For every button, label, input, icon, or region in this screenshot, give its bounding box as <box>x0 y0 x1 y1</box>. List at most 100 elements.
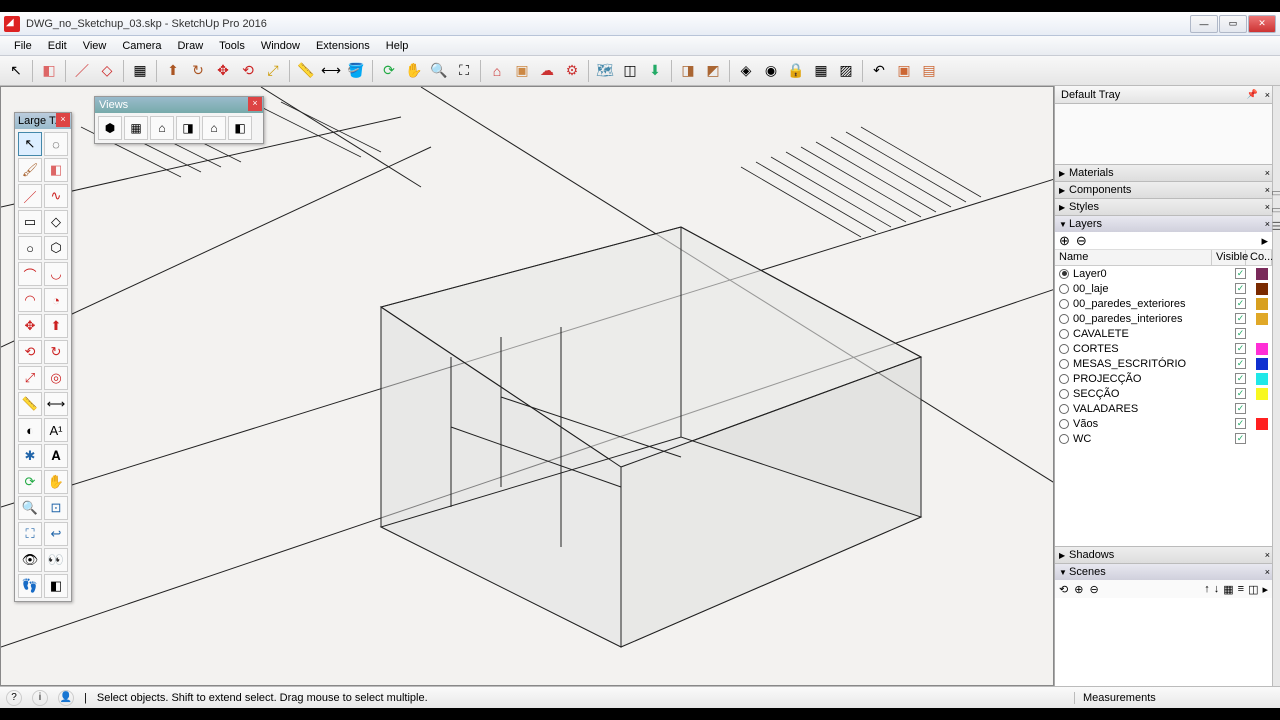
followme-icon[interactable]: ↻ <box>44 340 68 364</box>
menu-help[interactable]: Help <box>378 40 417 52</box>
layer-row[interactable]: CAVALETE✓ <box>1055 326 1272 341</box>
shape-tool-icon[interactable]: ◇ <box>95 59 119 83</box>
layer-color-swatch[interactable] <box>1256 328 1268 340</box>
warehouse-icon[interactable]: ⌂ <box>485 59 509 83</box>
pushpull-icon[interactable]: ⬆ <box>44 314 68 338</box>
close-icon[interactable]: × <box>1265 219 1270 229</box>
layer-visible-checkbox[interactable]: ✓ <box>1235 403 1246 414</box>
box1-icon[interactable]: ▣ <box>892 59 916 83</box>
close-icon[interactable]: × <box>1265 185 1270 195</box>
layer-visible-checkbox[interactable]: ✓ <box>1235 418 1246 429</box>
layer-name[interactable]: PROJECÇÃO <box>1073 373 1235 385</box>
layer-color-swatch[interactable] <box>1256 388 1268 400</box>
panel-header[interactable]: ▶Components× <box>1055 182 1272 198</box>
menu-edit[interactable]: Edit <box>40 40 75 52</box>
box2-icon[interactable]: ▤ <box>917 59 941 83</box>
layer-color-swatch[interactable] <box>1256 313 1268 325</box>
add-layer-icon[interactable]: ⊕ <box>1059 233 1070 249</box>
eraser-icon[interactable]: ◧ <box>37 59 61 83</box>
panel-header[interactable]: ▶Materials× <box>1055 165 1272 181</box>
layer-active-radio[interactable] <box>1059 359 1069 369</box>
pan-icon[interactable]: ✋ <box>402 59 426 83</box>
orbit-icon[interactable]: ⟳ <box>377 59 401 83</box>
layer-active-radio[interactable] <box>1059 404 1069 414</box>
layer-name[interactable]: Layer0 <box>1073 268 1235 280</box>
paint-icon[interactable]: 🖌 <box>18 158 42 182</box>
tray-edge[interactable]: ▭▭☰ <box>1272 86 1280 686</box>
layer-name[interactable]: MESAS_ESCRITÓRIO <box>1073 358 1235 370</box>
layer-row[interactable]: CORTES✓ <box>1055 341 1272 356</box>
section-icon[interactable]: ◧ <box>44 574 68 598</box>
detail-icon[interactable]: ◫ <box>1248 583 1258 596</box>
menu-window[interactable]: Window <box>253 40 308 52</box>
walk-icon[interactable]: 👣 <box>18 574 42 598</box>
close-icon[interactable]: × <box>1265 202 1270 212</box>
layer-name[interactable]: WC <box>1073 433 1235 445</box>
layer-visible-checkbox[interactable]: ✓ <box>1235 283 1246 294</box>
axes-icon[interactable]: ✱ <box>18 444 42 468</box>
polygon-icon[interactable]: ⬡ <box>44 236 68 260</box>
line-tool-icon[interactable]: ／ <box>70 59 94 83</box>
back-view-icon[interactable]: ⌂ <box>202 116 226 140</box>
rect-icon[interactable]: ▭ <box>18 210 42 234</box>
layer-color-swatch[interactable] <box>1256 268 1268 280</box>
pan-icon[interactable]: ✋ <box>44 470 68 494</box>
pushpull-icon[interactable]: ⬆ <box>161 59 185 83</box>
menu-file[interactable]: File <box>6 40 40 52</box>
tape-icon[interactable]: 📏 <box>18 392 42 416</box>
layer-visible-checkbox[interactable]: ✓ <box>1235 373 1246 384</box>
menu-view[interactable]: View <box>75 40 115 52</box>
panel-header[interactable]: ▶Shadows× <box>1055 547 1272 563</box>
viewport[interactable] <box>0 86 1054 686</box>
texture-icon[interactable]: ▨ <box>834 59 858 83</box>
front-view-icon[interactable]: ⌂ <box>150 116 174 140</box>
menu-camera[interactable]: Camera <box>114 40 169 52</box>
panel-header[interactable]: ▼Scenes× <box>1055 564 1272 580</box>
circle-icon[interactable]: ○ <box>18 236 42 260</box>
section-display-icon[interactable]: ◩ <box>701 59 725 83</box>
section-icon[interactable]: ◨ <box>676 59 700 83</box>
share-icon[interactable]: ☁ <box>535 59 559 83</box>
large-toolset-palette[interactable]: Large T... × ↖ ◌ 🖌 ◧ ／ ∿ ▭ ◇ ○ ⬡ ⌒ ◡ ◠ ◔… <box>14 112 72 602</box>
layer-name[interactable]: 00_paredes_exteriores <box>1073 298 1235 310</box>
zoomwin-icon[interactable]: ⊡ <box>44 496 68 520</box>
prev-icon[interactable]: ↩ <box>44 522 68 546</box>
layer-visible-checkbox[interactable]: ✓ <box>1235 343 1246 354</box>
layer-color-swatch[interactable] <box>1256 298 1268 310</box>
top-view-icon[interactable]: ▦ <box>124 116 148 140</box>
layer-visible-checkbox[interactable]: ✓ <box>1235 358 1246 369</box>
menu-draw[interactable]: Draw <box>169 40 211 52</box>
layer-color-swatch[interactable] <box>1256 283 1268 295</box>
scenes-list[interactable] <box>1055 598 1272 686</box>
layer-visible-checkbox[interactable]: ✓ <box>1235 388 1246 399</box>
panel-header[interactable]: ▼Layers× <box>1055 216 1272 232</box>
palette-header[interactable]: Large T... × <box>15 113 71 129</box>
zoom-extents-icon[interactable]: ⛶ <box>452 59 476 83</box>
up-icon[interactable]: ↑ <box>1204 583 1210 596</box>
rotate-icon[interactable]: ⟲ <box>236 59 260 83</box>
select-tool-icon[interactable]: ↖ <box>4 59 28 83</box>
views-palette[interactable]: Views × ⬢ ▦ ⌂ ◨ ⌂ ◧ <box>94 96 264 144</box>
user-icon[interactable]: 👤 <box>58 690 74 706</box>
tray-header[interactable]: Default Tray 📌 × <box>1055 86 1272 104</box>
freehand-icon[interactable]: ∿ <box>44 184 68 208</box>
menu-tools[interactable]: Tools <box>211 40 253 52</box>
layer-name[interactable]: SECÇÃO <box>1073 388 1235 400</box>
layer-menu-icon[interactable]: ▸ <box>1261 233 1268 249</box>
info-icon[interactable]: ? <box>6 690 22 706</box>
line-icon[interactable]: ／ <box>18 184 42 208</box>
layer-visible-checkbox[interactable]: ✓ <box>1235 313 1246 324</box>
move-icon[interactable]: ✥ <box>18 314 42 338</box>
orbit-icon[interactable]: ⟳ <box>18 470 42 494</box>
component-icon[interactable]: ▣ <box>510 59 534 83</box>
layer-row[interactable]: MESAS_ESCRITÓRIO✓ <box>1055 356 1272 371</box>
close-button[interactable]: ✕ <box>1248 15 1276 33</box>
layer-row[interactable]: Vãos✓ <box>1055 416 1272 431</box>
text-icon[interactable]: A¹ <box>44 418 68 442</box>
info-icon[interactable]: i <box>32 690 48 706</box>
left-view-icon[interactable]: ◧ <box>228 116 252 140</box>
col-visible[interactable]: Visible <box>1212 250 1246 265</box>
arc-icon[interactable]: ⌒ <box>18 262 42 286</box>
lock-icon[interactable]: 🔒 <box>784 59 808 83</box>
arc3-icon[interactable]: ◠ <box>18 288 42 312</box>
